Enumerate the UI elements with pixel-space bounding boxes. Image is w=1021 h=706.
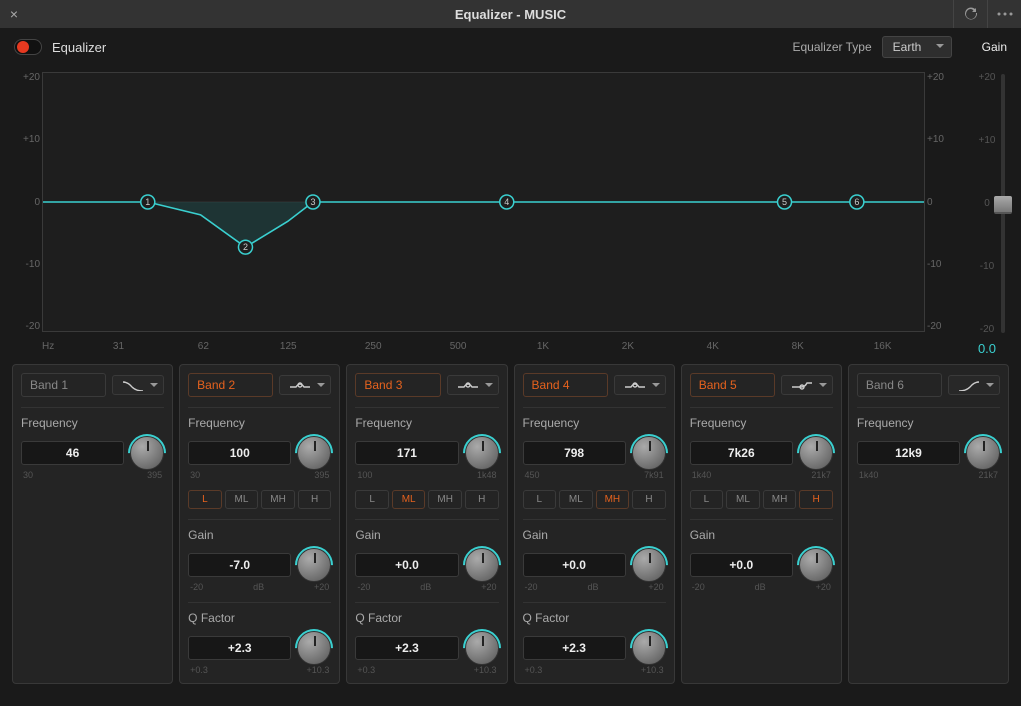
band-name-toggle[interactable]: Band 2	[188, 373, 273, 397]
frequency-label: Frequency	[857, 416, 1000, 430]
frequency-value[interactable]: 12k9	[857, 441, 960, 465]
range-btn-ML[interactable]: ML	[225, 490, 259, 509]
range-btn-L[interactable]: L	[690, 490, 724, 509]
band-2: Band 2 Frequency 100 30395 LMLMHH Gain -…	[179, 364, 340, 684]
qfactor-label: Q Factor	[188, 611, 331, 625]
frequency-knob[interactable]	[799, 436, 833, 470]
gain-value[interactable]: +0.0	[355, 553, 458, 577]
svg-text:1: 1	[145, 197, 150, 207]
frequency-knob[interactable]	[966, 436, 1000, 470]
curve-select[interactable]	[948, 375, 1000, 395]
svg-text:5: 5	[782, 197, 787, 207]
band-name-toggle[interactable]: Band 1	[21, 373, 106, 397]
gain-label: Gain	[523, 528, 666, 542]
qfactor-value[interactable]: +2.3	[523, 636, 626, 660]
frequency-knob[interactable]	[465, 436, 499, 470]
gain-label: Gain	[690, 528, 833, 542]
frequency-label: Frequency	[690, 416, 833, 430]
band-range-group: LMLMHH	[355, 490, 498, 509]
frequency-knob[interactable]	[297, 436, 331, 470]
band-6: Band 6 Frequency 12k9 1k4021k7	[848, 364, 1009, 684]
frequency-label: Frequency	[21, 416, 164, 430]
frequency-value[interactable]: 798	[523, 441, 626, 465]
more-icon[interactable]	[987, 0, 1021, 28]
svg-text:4: 4	[504, 197, 509, 207]
band-1: Band 1 Frequency 46 30395	[12, 364, 173, 684]
range-btn-ML[interactable]: ML	[726, 490, 760, 509]
header: Equalizer Equalizer Type Earth Gain	[0, 28, 1021, 66]
gain-knob[interactable]	[799, 548, 833, 582]
curve-select[interactable]	[447, 375, 499, 395]
frequency-knob[interactable]	[130, 436, 164, 470]
master-gain-slider[interactable]: +20+100-10-20 0.0	[965, 66, 1009, 356]
gain-knob[interactable]	[297, 548, 331, 582]
band-name-toggle[interactable]: Band 4	[523, 373, 608, 397]
qfactor-knob[interactable]	[632, 631, 666, 665]
range-btn-H[interactable]: H	[298, 490, 332, 509]
range-btn-H[interactable]: H	[632, 490, 666, 509]
gain-label: Gain	[188, 528, 331, 542]
range-btn-MH[interactable]: MH	[261, 490, 295, 509]
band-name-toggle[interactable]: Band 3	[355, 373, 440, 397]
range-btn-H[interactable]: H	[465, 490, 499, 509]
title-bar: × Equalizer - MUSIC	[0, 0, 1021, 28]
gain-value[interactable]: +0.0	[523, 553, 626, 577]
band-name-toggle[interactable]: Band 5	[690, 373, 775, 397]
window-title: Equalizer - MUSIC	[0, 7, 1021, 22]
close-button[interactable]: ×	[0, 6, 28, 22]
gain-knob[interactable]	[632, 548, 666, 582]
band-name-toggle[interactable]: Band 6	[857, 373, 942, 397]
band-range-group: LMLMHH	[523, 490, 666, 509]
band-5: Band 5 Frequency 7k26 1k4021k7 LMLMHH Ga…	[681, 364, 842, 684]
qfactor-knob[interactable]	[297, 631, 331, 665]
svg-text:6: 6	[854, 197, 859, 207]
frequency-value[interactable]: 46	[21, 441, 124, 465]
gain-knob[interactable]	[465, 548, 499, 582]
range-btn-ML[interactable]: ML	[392, 490, 426, 509]
band-range-group: LMLMHH	[690, 490, 833, 509]
frequency-value[interactable]: 100	[188, 441, 291, 465]
band-3: Band 3 Frequency 171 1001k48 LMLMHH Gain…	[346, 364, 507, 684]
range-btn-H[interactable]: H	[799, 490, 833, 509]
qfactor-label: Q Factor	[523, 611, 666, 625]
plugin-name: Equalizer	[52, 40, 106, 55]
qfactor-value[interactable]: +2.3	[188, 636, 291, 660]
svg-text:3: 3	[310, 197, 315, 207]
svg-text:2: 2	[243, 242, 248, 252]
curve-select[interactable]	[614, 375, 666, 395]
curve-select[interactable]	[781, 375, 833, 395]
range-btn-MH[interactable]: MH	[763, 490, 797, 509]
eq-chart[interactable]: +20+100-10-20 +20+100-10-20 123456 Hz316…	[12, 66, 955, 356]
qfactor-knob[interactable]	[465, 631, 499, 665]
range-btn-MH[interactable]: MH	[428, 490, 462, 509]
range-btn-L[interactable]: L	[188, 490, 222, 509]
gain-value[interactable]: -7.0	[188, 553, 291, 577]
band-range-group: LMLMHH	[188, 490, 331, 509]
curve-select[interactable]	[279, 375, 331, 395]
frequency-label: Frequency	[188, 416, 331, 430]
frequency-knob[interactable]	[632, 436, 666, 470]
range-btn-MH[interactable]: MH	[596, 490, 630, 509]
range-btn-ML[interactable]: ML	[559, 490, 593, 509]
range-btn-L[interactable]: L	[523, 490, 557, 509]
frequency-label: Frequency	[355, 416, 498, 430]
curve-select[interactable]	[112, 375, 164, 395]
gain-label: Gain	[355, 528, 498, 542]
band-4: Band 4 Frequency 798 4507k91 LMLMHH Gain…	[514, 364, 675, 684]
eq-type-select[interactable]: Earth	[882, 36, 952, 58]
qfactor-label: Q Factor	[355, 611, 498, 625]
eq-type-label: Equalizer Type	[792, 40, 871, 54]
gain-value[interactable]: +0.0	[690, 553, 793, 577]
reset-icon[interactable]	[953, 0, 987, 28]
range-btn-L[interactable]: L	[355, 490, 389, 509]
gain-header-label: Gain	[982, 40, 1007, 54]
frequency-value[interactable]: 7k26	[690, 441, 793, 465]
qfactor-value[interactable]: +2.3	[355, 636, 458, 660]
frequency-label: Frequency	[523, 416, 666, 430]
enable-toggle[interactable]	[14, 39, 42, 55]
frequency-value[interactable]: 171	[355, 441, 458, 465]
